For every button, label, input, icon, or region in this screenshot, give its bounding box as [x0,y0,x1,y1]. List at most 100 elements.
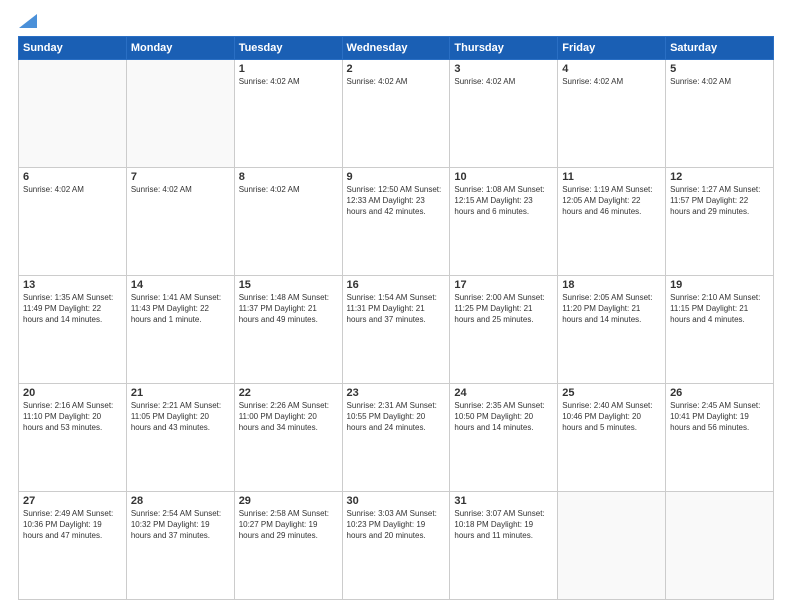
calendar-cell: 29 Sunrise: 2:58 AM Sunset: 10:27 PM Dayl… [234,492,342,600]
day-number: 17 [454,279,553,291]
calendar-cell: 8Sunrise: 4:02 AM [234,168,342,276]
calendar-cell: 28 Sunrise: 2:54 AM Sunset: 10:32 PM Dayl… [126,492,234,600]
day-number: 4 [562,63,661,75]
day-number: 28 [131,495,230,507]
day-number: 12 [670,171,769,183]
cell-info: Sunrise: 2:45 AM Sunset: 10:41 PM Daylig… [670,401,769,433]
cell-info: Sunrise: 1:48 AM Sunset: 11:37 PM Daylig… [239,293,338,325]
calendar-cell: 11 Sunrise: 1:19 AM Sunset: 12:05 AM Dayl… [558,168,666,276]
day-number: 7 [131,171,230,183]
day-number: 21 [131,387,230,399]
day-number: 10 [454,171,553,183]
calendar-table: SundayMondayTuesdayWednesdayThursdayFrid… [18,36,774,600]
week-row-5: 27 Sunrise: 2:49 AM Sunset: 10:36 PM Dayl… [19,492,774,600]
cell-info: Sunrise: 1:54 AM Sunset: 11:31 PM Daylig… [347,293,446,325]
logo-icon [19,10,37,28]
calendar-cell: 23 Sunrise: 2:31 AM Sunset: 10:55 PM Dayl… [342,384,450,492]
day-number: 23 [347,387,446,399]
weekday-header-wednesday: Wednesday [342,37,450,60]
weekday-header-saturday: Saturday [666,37,774,60]
cell-info: Sunrise: 2:31 AM Sunset: 10:55 PM Daylig… [347,401,446,433]
calendar-cell: 24 Sunrise: 2:35 AM Sunset: 10:50 PM Dayl… [450,384,558,492]
calendar-cell: 19 Sunrise: 2:10 AM Sunset: 11:15 PM Dayl… [666,276,774,384]
calendar-cell: 16 Sunrise: 1:54 AM Sunset: 11:31 PM Dayl… [342,276,450,384]
weekday-header-row: SundayMondayTuesdayWednesdayThursdayFrid… [19,37,774,60]
cell-info: Sunrise: 4:02 AM [23,185,122,196]
cell-info: Sunrise: 4:02 AM [562,77,661,88]
cell-info: Sunrise: 2:16 AM Sunset: 11:10 PM Daylig… [23,401,122,433]
calendar-cell [126,60,234,168]
calendar-cell: 10 Sunrise: 1:08 AM Sunset: 12:15 AM Dayl… [450,168,558,276]
calendar-cell: 12 Sunrise: 1:27 AM Sunset: 11:57 PM Dayl… [666,168,774,276]
day-number: 26 [670,387,769,399]
cell-info: Sunrise: 2:00 AM Sunset: 11:25 PM Daylig… [454,293,553,325]
cell-info: Sunrise: 4:02 AM [454,77,553,88]
calendar-cell: 18 Sunrise: 2:05 AM Sunset: 11:20 PM Dayl… [558,276,666,384]
calendar-cell: 30Sunrise: 3:03 AM Sunset: 10:23 PM Dayl… [342,492,450,600]
day-number: 13 [23,279,122,291]
day-number: 16 [347,279,446,291]
day-number: 19 [670,279,769,291]
cell-info: Sunrise: 4:02 AM [131,185,230,196]
day-number: 31 [454,495,553,507]
cell-info: Sunrise: 4:02 AM [347,77,446,88]
cell-info: Sunrise: 1:08 AM Sunset: 12:15 AM Daylig… [454,185,553,217]
calendar-cell: 31 Sunrise: 3:07 AM Sunset: 10:18 PM Dayl… [450,492,558,600]
cell-info: Sunrise: 4:02 AM [670,77,769,88]
logo [18,16,37,26]
weekday-header-friday: Friday [558,37,666,60]
calendar-cell: 6Sunrise: 4:02 AM [19,168,127,276]
cell-info: Sunrise: 2:05 AM Sunset: 11:20 PM Daylig… [562,293,661,325]
cell-info: Sunrise: 1:19 AM Sunset: 12:05 AM Daylig… [562,185,661,217]
cell-info: Sunrise: 2:40 AM Sunset: 10:46 PM Daylig… [562,401,661,433]
calendar-cell: 5Sunrise: 4:02 AM [666,60,774,168]
cell-info: Sunrise: 2:21 AM Sunset: 11:05 PM Daylig… [131,401,230,433]
calendar-cell: 2 Sunrise: 4:02 AM [342,60,450,168]
cell-info: Sunrise: 2:58 AM Sunset: 10:27 PM Daylig… [239,509,338,541]
day-number: 18 [562,279,661,291]
calendar-cell: 3 Sunrise: 4:02 AM [450,60,558,168]
day-number: 1 [239,63,338,75]
day-number: 22 [239,387,338,399]
day-number: 8 [239,171,338,183]
day-number: 27 [23,495,122,507]
cell-info: Sunrise: 2:10 AM Sunset: 11:15 PM Daylig… [670,293,769,325]
cell-info: Sunrise: 3:03 AM Sunset: 10:23 PM Daylig… [347,509,446,541]
header [18,16,774,26]
day-number: 29 [239,495,338,507]
calendar-cell [666,492,774,600]
day-number: 25 [562,387,661,399]
calendar-cell: 15 Sunrise: 1:48 AM Sunset: 11:37 PM Dayl… [234,276,342,384]
cell-info: Sunrise: 2:49 AM Sunset: 10:36 PM Daylig… [23,509,122,541]
cell-info: Sunrise: 1:27 AM Sunset: 11:57 PM Daylig… [670,185,769,217]
week-row-2: 6Sunrise: 4:02 AM7Sunrise: 4:02 AM8Sunri… [19,168,774,276]
cell-info: Sunrise: 2:35 AM Sunset: 10:50 PM Daylig… [454,401,553,433]
weekday-header-monday: Monday [126,37,234,60]
weekday-header-tuesday: Tuesday [234,37,342,60]
cell-info: Sunrise: 4:02 AM [239,77,338,88]
day-number: 24 [454,387,553,399]
page: SundayMondayTuesdayWednesdayThursdayFrid… [0,0,792,612]
cell-info: Sunrise: 3:07 AM Sunset: 10:18 PM Daylig… [454,509,553,541]
day-number: 15 [239,279,338,291]
calendar-cell: 1 Sunrise: 4:02 AM [234,60,342,168]
calendar-cell: 13Sunrise: 1:35 AM Sunset: 11:49 PM Dayl… [19,276,127,384]
calendar-cell: 4 Sunrise: 4:02 AM [558,60,666,168]
day-number: 2 [347,63,446,75]
calendar-cell: 25 Sunrise: 2:40 AM Sunset: 10:46 PM Dayl… [558,384,666,492]
cell-info: Sunrise: 1:41 AM Sunset: 11:43 PM Daylig… [131,293,230,325]
cell-info: Sunrise: 12:50 AM Sunset: 12:33 AM Dayli… [347,185,446,217]
cell-info: Sunrise: 2:26 AM Sunset: 11:00 PM Daylig… [239,401,338,433]
day-number: 14 [131,279,230,291]
weekday-header-thursday: Thursday [450,37,558,60]
day-number: 20 [23,387,122,399]
day-number: 3 [454,63,553,75]
week-row-3: 13Sunrise: 1:35 AM Sunset: 11:49 PM Dayl… [19,276,774,384]
day-number: 9 [347,171,446,183]
day-number: 11 [562,171,661,183]
calendar-cell: 7 Sunrise: 4:02 AM [126,168,234,276]
calendar-cell: 21 Sunrise: 2:21 AM Sunset: 11:05 PM Dayl… [126,384,234,492]
cell-info: Sunrise: 2:54 AM Sunset: 10:32 PM Daylig… [131,509,230,541]
calendar-cell: 9 Sunrise: 12:50 AM Sunset: 12:33 AM Dayl… [342,168,450,276]
week-row-1: 1 Sunrise: 4:02 AM 2 Sunrise: 4:02 AM 3 Sunri… [19,60,774,168]
